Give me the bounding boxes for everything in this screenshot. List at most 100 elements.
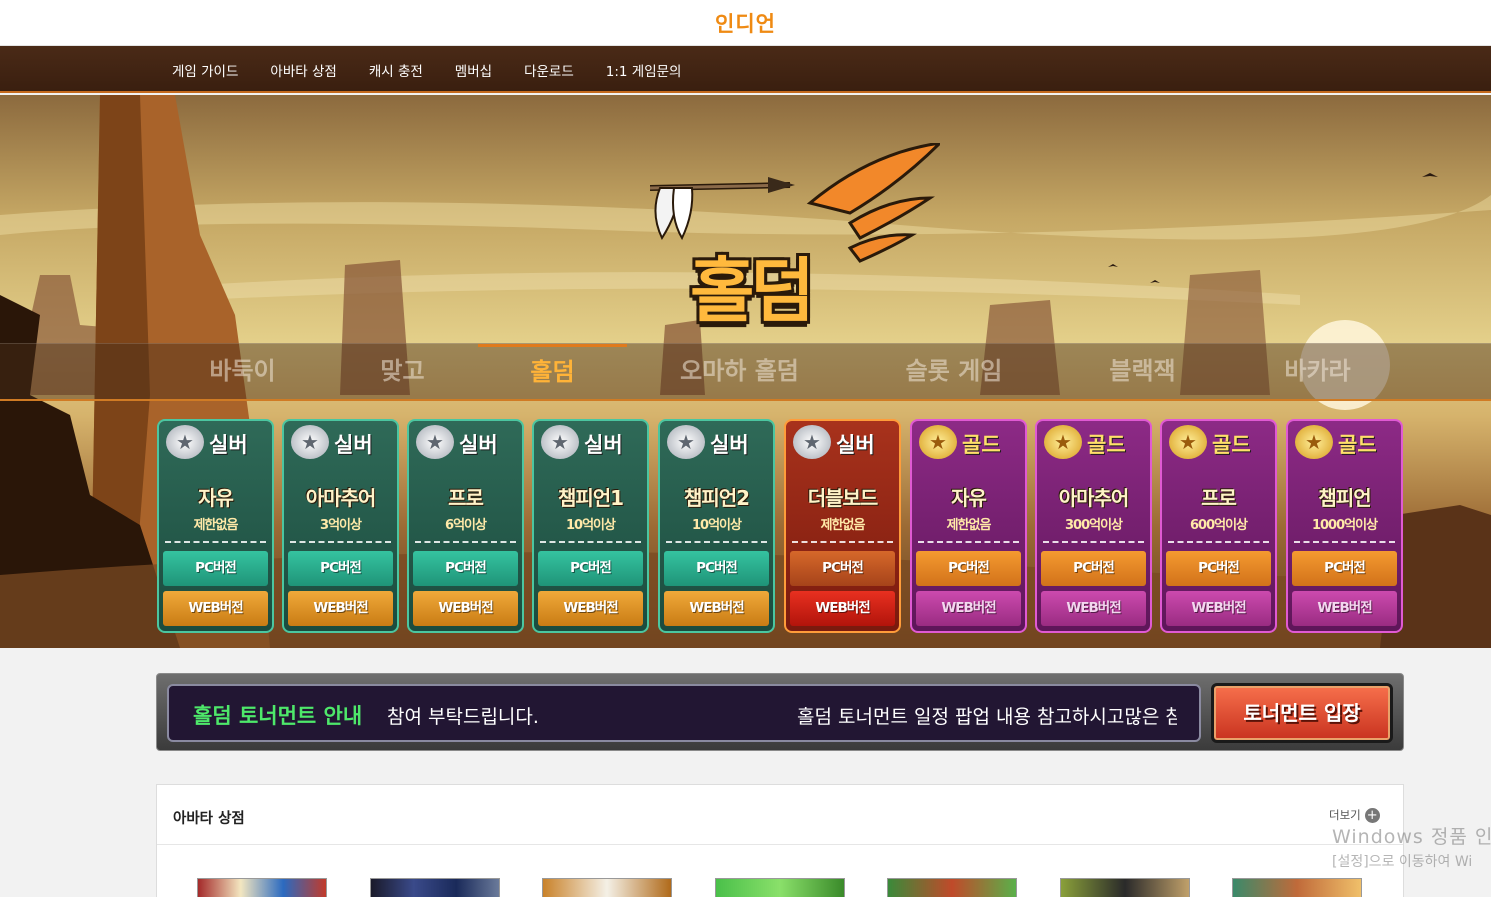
nav-item-membership[interactable]: 멤버십 [455, 60, 492, 80]
pc-version-button[interactable]: PC버전 [1041, 551, 1146, 586]
pc-version-button[interactable]: PC버전 [1166, 551, 1271, 586]
avatar-thumbnail[interactable] [1060, 878, 1190, 897]
room-name: 프로 [448, 486, 484, 510]
room-condition: 300억이상 [1064, 518, 1123, 533]
avatar-thumbnail[interactable] [1232, 878, 1362, 897]
web-version-button[interactable]: WEB버전 [790, 591, 895, 626]
card-divider [1168, 541, 1269, 543]
room-condition: 6억이상 [445, 518, 487, 533]
tier-label: 실버 [710, 433, 749, 457]
room-name: 아마추어 [1058, 486, 1130, 510]
room-name: 챔피언2 [683, 486, 750, 510]
room-condition: 1000억이상 [1311, 518, 1378, 533]
room-condition: 10억이상 [566, 518, 616, 533]
site-logo[interactable]: 인디언 [0, 8, 1491, 38]
silver-medal-icon: ★ [166, 425, 204, 459]
windows-activation-watermark: Windows 정품 인 [설정]으로 이동하여 Wi [1332, 822, 1491, 871]
tournament-notice: 홀덤 토너먼트 안내 참여 부탁드립니다. 홀덤 토너먼트 일정 팝업 내용 참… [167, 684, 1201, 742]
room-condition: 제한없음 [946, 518, 992, 533]
card-header: ★ 골드 [912, 421, 1025, 465]
web-version-button[interactable]: WEB버전 [664, 591, 769, 626]
shop-title: 아바타 상점 [173, 811, 245, 827]
tier-label: 골드 [962, 433, 1001, 457]
card-divider [918, 541, 1019, 543]
tournament-enter-button[interactable]: 토너먼트 입장 [1211, 683, 1393, 743]
tab-omaha-holdem[interactable]: 오마하 홀덤 [672, 344, 807, 400]
nav-item-download[interactable]: 다운로드 [524, 60, 574, 80]
pc-version-button[interactable]: PC버전 [916, 551, 1021, 586]
web-version-button[interactable]: WEB버전 [413, 591, 518, 626]
avatar-shop-panel: 아바타 상점 더보기 + [156, 784, 1404, 897]
pc-version-button[interactable]: PC버전 [664, 551, 769, 586]
card-divider [1043, 541, 1144, 543]
nav-item-game-guide[interactable]: 게임 가이드 [172, 60, 238, 80]
card-header: ★ 골드 [1288, 421, 1401, 465]
avatar-thumbnail[interactable] [370, 878, 500, 897]
room-card: ★ 실버 더블보드 제한없음 PC버전 WEB버전 [784, 419, 901, 633]
tournament-ticker: 참여 부탁드립니다. 홀덤 토너먼트 일정 팝업 내용 참고하시고많은 참 [387, 686, 1177, 740]
watermark-line-2: [설정]으로 이동하여 Wi [1332, 854, 1473, 870]
avatar-thumbnail[interactable] [715, 878, 845, 897]
silver-medal-icon: ★ [541, 425, 579, 459]
tab-blackjack[interactable]: 블랙잭 [1095, 344, 1190, 400]
tier-label: 실버 [209, 433, 248, 457]
web-version-button[interactable]: WEB버전 [1292, 591, 1397, 626]
silver-medal-icon: ★ [793, 425, 831, 459]
room-card: ★ 실버 자유 제한없음 PC버전 WEB버전 [157, 419, 274, 633]
game-tab-bar: 바둑이 맞고 홀덤 오마하 홀덤 슬롯 게임 블랙잭 바카라 [0, 343, 1491, 401]
tab-baduki[interactable]: 바둑이 [195, 344, 290, 400]
room-name: 자유 [951, 486, 987, 510]
room-name: 아마추어 [305, 486, 377, 510]
pc-version-button[interactable]: PC버전 [288, 551, 393, 586]
pc-version-button[interactable]: PC버전 [790, 551, 895, 586]
game-logo-text: 홀덤 [690, 250, 815, 332]
silver-medal-icon: ★ [667, 425, 705, 459]
nav-item-avatar-shop[interactable]: 아바타 상점 [270, 60, 336, 80]
tab-holdem[interactable]: 홀덤 [478, 344, 627, 400]
room-card: ★ 골드 챔피언 1000억이상 PC버전 WEB버전 [1286, 419, 1403, 633]
gold-medal-icon: ★ [919, 425, 957, 459]
card-header: ★ 골드 [1037, 421, 1150, 465]
card-header: ★ 실버 [660, 421, 773, 465]
web-version-button[interactable]: WEB버전 [1166, 591, 1271, 626]
room-name: 챔피언 [1318, 486, 1371, 510]
tab-matgo[interactable]: 맞고 [360, 344, 445, 400]
room-condition: 10억이상 [692, 518, 742, 533]
gold-medal-icon: ★ [1295, 425, 1333, 459]
card-header: ★ 골드 [1162, 421, 1275, 465]
web-version-button[interactable]: WEB버전 [1041, 591, 1146, 626]
ticker-text-b: 홀덤 토너먼트 일정 팝업 내용 참고하시고많은 참 [797, 706, 1177, 728]
avatar-thumbnail[interactable] [197, 878, 327, 897]
room-card: ★ 골드 자유 제한없음 PC버전 WEB버전 [910, 419, 1027, 633]
pc-version-button[interactable]: PC버전 [538, 551, 643, 586]
card-header: ★ 실버 [786, 421, 899, 465]
room-card: ★ 실버 챔피언2 10억이상 PC버전 WEB버전 [658, 419, 775, 633]
card-divider [792, 541, 893, 543]
room-name: 더블보드 [807, 486, 879, 510]
gold-medal-icon: ★ [1169, 425, 1207, 459]
tab-slot-game[interactable]: 슬롯 게임 [895, 344, 1013, 400]
pc-version-button[interactable]: PC버전 [163, 551, 268, 586]
pc-version-button[interactable]: PC버전 [1292, 551, 1397, 586]
room-condition: 제한없음 [820, 518, 866, 533]
watermark-line-1: Windows 정품 인 [1332, 826, 1491, 848]
web-version-button[interactable]: WEB버전 [163, 591, 268, 626]
room-card: ★ 골드 아마추어 300억이상 PC버전 WEB버전 [1035, 419, 1152, 633]
more-label: 더보기 [1329, 808, 1361, 822]
top-bar: 인디언 [0, 0, 1491, 46]
nav-item-game-inquiry[interactable]: 1:1 게임문의 [606, 60, 682, 80]
web-version-button[interactable]: WEB버전 [538, 591, 643, 626]
room-name: 자유 [198, 486, 234, 510]
shop-more-link[interactable]: 더보기 + [1329, 807, 1380, 823]
pc-version-button[interactable]: PC버전 [413, 551, 518, 586]
tab-baccarat[interactable]: 바카라 [1270, 344, 1365, 400]
avatar-thumbnail[interactable] [887, 878, 1017, 897]
card-divider [165, 541, 266, 543]
silver-medal-icon: ★ [291, 425, 329, 459]
web-version-button[interactable]: WEB버전 [916, 591, 1021, 626]
avatar-thumbnail[interactable] [542, 878, 672, 897]
ticker-text-a: 참여 부탁드립니다. [387, 706, 539, 728]
nav-item-cash-charge[interactable]: 캐시 충전 [369, 60, 423, 80]
plus-circle-icon: + [1364, 808, 1380, 823]
web-version-button[interactable]: WEB버전 [288, 591, 393, 626]
